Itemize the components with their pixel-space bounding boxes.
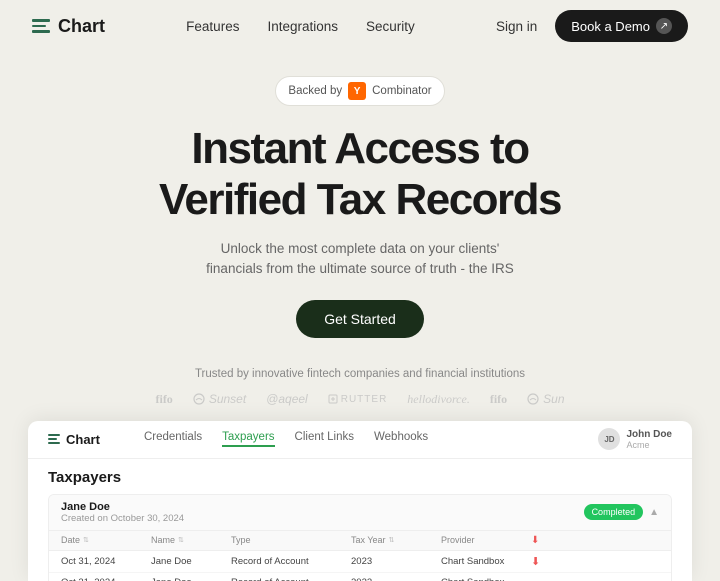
- brand-fifo-1: fifo: [155, 392, 172, 407]
- brand-rutter: RUTTER: [328, 394, 388, 405]
- dash-navbar: Chart Credentials Taxpayers Client Links…: [28, 421, 692, 459]
- sort-date-icon[interactable]: ⇅: [83, 536, 89, 544]
- td-name-2: Jane Doe: [151, 577, 231, 581]
- td-provider-2: Chart Sandbox: [441, 577, 531, 581]
- trusted-section: Trusted by innovative fintech companies …: [0, 358, 720, 421]
- dash-client-links-tab[interactable]: Client Links: [295, 431, 354, 447]
- sort-taxyear-icon[interactable]: ⇅: [389, 536, 395, 544]
- combinator-text: Combinator: [372, 85, 431, 97]
- nav-security[interactable]: Security: [366, 19, 415, 34]
- nav-features[interactable]: Features: [186, 19, 239, 34]
- th-action: ⬇: [531, 535, 561, 546]
- th-name: Name⇅: [151, 535, 231, 546]
- logo-icon: [32, 19, 50, 33]
- navbar: Chart Features Integrations Security Sig…: [0, 0, 720, 52]
- dash-action-icon-2[interactable]: —: [531, 577, 561, 581]
- sort-name-icon[interactable]: ⇅: [178, 536, 184, 544]
- sign-in-link[interactable]: Sign in: [496, 19, 537, 34]
- taxpayer-created-date: Created on October 30, 2024: [61, 513, 184, 524]
- hero-title: Instant Access to Verified Tax Records: [159, 124, 561, 225]
- table-row: Oct 31, 2024 Jane Doe Record of Account …: [49, 573, 671, 581]
- th-date: Date⇅: [61, 535, 151, 546]
- th-provider: Provider: [441, 535, 531, 546]
- download-icon-1[interactable]: ⬇: [531, 555, 561, 568]
- dash-logo-text: Chart: [66, 432, 100, 447]
- status-badge: Completed: [584, 504, 644, 520]
- trusted-label: Trusted by innovative fintech companies …: [32, 368, 688, 380]
- nav-links: Features Integrations Security: [186, 19, 415, 34]
- td-date-2: Oct 31, 2024: [61, 577, 151, 581]
- nav-right: Sign in Book a Demo ↗: [496, 10, 688, 42]
- chevron-up-icon[interactable]: ▲: [649, 507, 659, 518]
- th-type: Type: [231, 535, 351, 546]
- dash-user-name: John Doe: [626, 429, 672, 440]
- dash-credentials-tab[interactable]: Credentials: [144, 431, 202, 447]
- table-row: Oct 31, 2024 Jane Doe Record of Account …: [49, 551, 671, 573]
- arrow-icon: ↗: [656, 18, 672, 34]
- dash-content: Taxpayers Jane Doe Created on October 30…: [28, 459, 692, 581]
- dash-webhooks-tab[interactable]: Webhooks: [374, 431, 428, 447]
- td-date-1: Oct 31, 2024: [61, 556, 151, 567]
- taxpayer-name: Jane Doe: [61, 501, 184, 513]
- dash-logo: Chart: [48, 432, 100, 447]
- logo-text: Chart: [58, 16, 105, 37]
- brand-hellodivorce: hellodivorce.: [407, 392, 470, 407]
- brand-sun: Sun: [527, 392, 564, 406]
- dash-user-org: Acme: [626, 440, 672, 450]
- td-provider-1: Chart Sandbox: [441, 556, 531, 567]
- nav-integrations[interactable]: Integrations: [267, 19, 338, 34]
- brand-sunset: Sunset: [193, 392, 246, 406]
- dash-page-title: Taxpayers: [48, 469, 672, 486]
- get-started-button[interactable]: Get Started: [296, 300, 424, 338]
- td-type-1: Record of Account: [231, 556, 351, 567]
- backed-badge: Backed by Y Combinator: [275, 76, 444, 106]
- taxpayer-header: Jane Doe Created on October 30, 2024 Com…: [49, 495, 671, 531]
- dash-avatar: JD: [598, 428, 620, 450]
- logo[interactable]: Chart: [32, 16, 105, 37]
- dash-nav-links: Credentials Taxpayers Client Links Webho…: [144, 431, 570, 447]
- backed-by-text: Backed by: [288, 85, 342, 97]
- dash-user-info: JD John Doe Acme: [598, 428, 672, 450]
- trusted-logos: fifo Sunset @aqeel RUTTER hellodivorce. …: [32, 392, 688, 407]
- td-taxyear-2: 2022: [351, 577, 441, 581]
- hero-subtitle: Unlock the most complete data on your cl…: [200, 239, 520, 280]
- td-type-2: Record of Account: [231, 577, 351, 581]
- th-taxyear: Tax Year⇅: [351, 535, 441, 546]
- brand-aqeel: @aqeel: [266, 392, 308, 406]
- hero-section: Backed by Y Combinator Instant Access to…: [0, 52, 720, 358]
- table-header: Date⇅ Name⇅ Type Tax Year⇅ Provider ⬇: [49, 531, 671, 551]
- brand-fifo-2: fifo: [490, 392, 507, 407]
- book-demo-button[interactable]: Book a Demo ↗: [555, 10, 688, 42]
- yc-logo: Y: [348, 82, 366, 100]
- taxpayer-card: Jane Doe Created on October 30, 2024 Com…: [48, 494, 672, 581]
- dash-logo-icon: [48, 434, 60, 444]
- td-taxyear-1: 2023: [351, 556, 441, 567]
- td-name-1: Jane Doe: [151, 556, 231, 567]
- download-header-icon: ⬇: [531, 535, 539, 546]
- dashboard-preview: Chart Credentials Taxpayers Client Links…: [28, 421, 692, 581]
- dash-taxpayers-tab[interactable]: Taxpayers: [222, 431, 274, 447]
